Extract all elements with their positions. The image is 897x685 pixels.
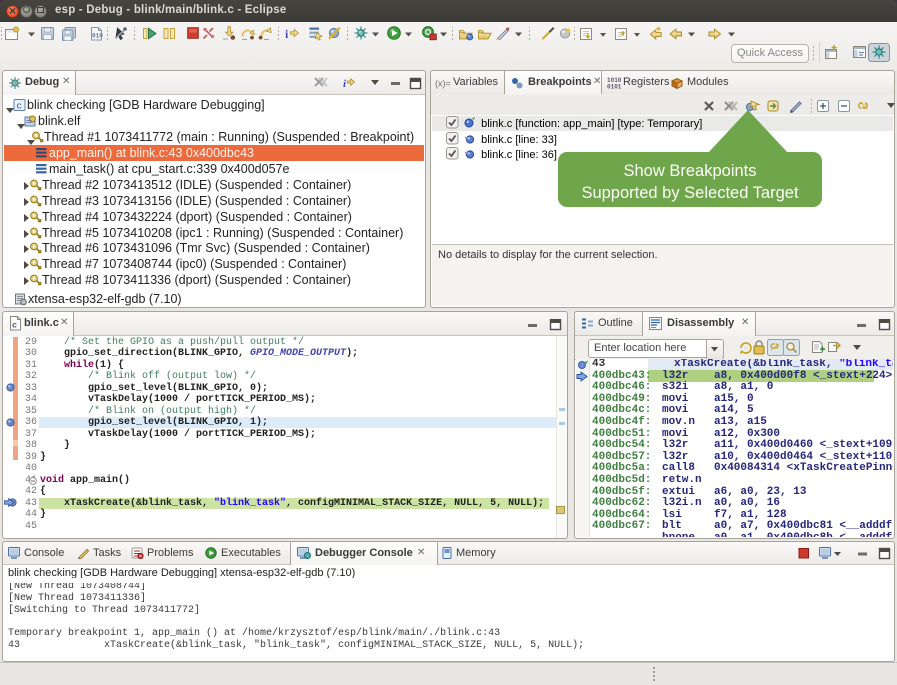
svg-text:i: i — [343, 78, 347, 90]
svg-text:Supported by Selected Target: Supported by Selected Target — [581, 184, 799, 202]
svg-text:Show Breakpoints: Show Breakpoints — [624, 162, 757, 180]
svg-text:c: c — [17, 102, 22, 112]
svg-text:c: c — [12, 321, 17, 331]
svg-text:010: 010 — [92, 33, 103, 40]
svg-text:i: i — [285, 27, 289, 41]
svg-text:(x)=: (x)= — [435, 79, 451, 89]
svg-text:0101: 0101 — [607, 84, 621, 91]
